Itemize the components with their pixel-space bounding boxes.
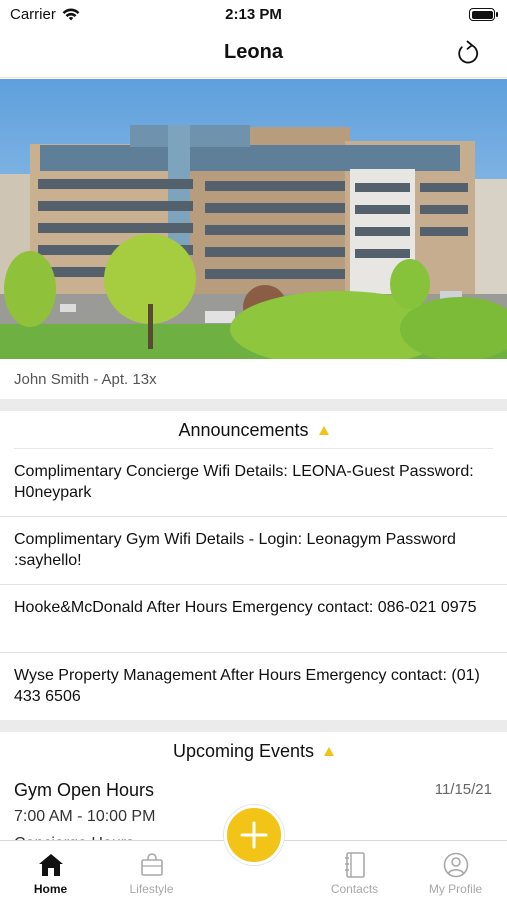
announcement-text: Complimentary Gym Wifi Details - Login: …: [14, 531, 456, 569]
page-title: Leona: [224, 41, 283, 63]
address-book-icon: [341, 851, 369, 879]
building-photo: [0, 79, 507, 359]
battery-level: [471, 10, 493, 19]
announcement-item[interactable]: Complimentary Gym Wifi Details - Login: …: [0, 517, 507, 585]
user-circle-icon: [442, 851, 470, 879]
refresh-button[interactable]: [451, 36, 485, 70]
announcement-text: Complimentary Concierge Wifi Details: LE…: [14, 463, 474, 501]
tab-my-profile[interactable]: My Profile: [405, 841, 506, 900]
section-separator: [0, 720, 507, 732]
event-hours: 7:00 AM - 10:00 PM: [14, 808, 156, 825]
events-title: Upcoming Events: [172, 740, 315, 761]
collapse-triangle-icon: [318, 425, 329, 435]
tab-home[interactable]: Home: [0, 841, 101, 900]
announcements-title: Announcements: [178, 419, 309, 440]
refresh-icon: [458, 40, 479, 64]
plus-icon: [240, 821, 268, 849]
status-bar: Carrier 2:13 PM: [0, 0, 507, 30]
tab-label: My Profile: [428, 882, 483, 896]
announcement-item[interactable]: Hooke&McDonald After Hours Emergency con…: [0, 585, 507, 653]
tab-label: Contacts: [330, 882, 379, 896]
announcements-header[interactable]: Announcements: [0, 411, 507, 449]
events-header[interactable]: Upcoming Events: [0, 732, 507, 770]
event-title: Gym Open Hours: [14, 780, 155, 800]
battery-icon: [469, 8, 498, 21]
tab-contacts[interactable]: Contacts: [304, 841, 405, 900]
resident-name-unit: John Smith - Apt. 13x: [14, 371, 157, 388]
announcement-item[interactable]: Wyse Property Management After Hours Eme…: [0, 653, 507, 721]
tab-lifestyle[interactable]: Lifestyle: [101, 841, 202, 900]
home-icon: [37, 851, 65, 879]
status-time: 2:13 PM: [225, 6, 282, 23]
announcement-item[interactable]: Complimentary Concierge Wifi Details: LE…: [0, 449, 507, 517]
tab-label: Lifestyle: [129, 882, 174, 896]
tab-label: Home: [33, 882, 68, 896]
resident-info: John Smith - Apt. 13x: [0, 359, 507, 399]
nav-bar: Leona: [0, 30, 507, 78]
announcement-text: Wyse Property Management After Hours Eme…: [14, 667, 480, 705]
section-separator: [0, 399, 507, 411]
add-button[interactable]: [224, 805, 284, 865]
event-date: 11/15/21: [434, 781, 492, 798]
shopping-bag-icon: [138, 851, 166, 879]
announcement-text: Hooke&McDonald After Hours Emergency con…: [14, 599, 477, 616]
collapse-triangle-icon: [324, 746, 335, 756]
